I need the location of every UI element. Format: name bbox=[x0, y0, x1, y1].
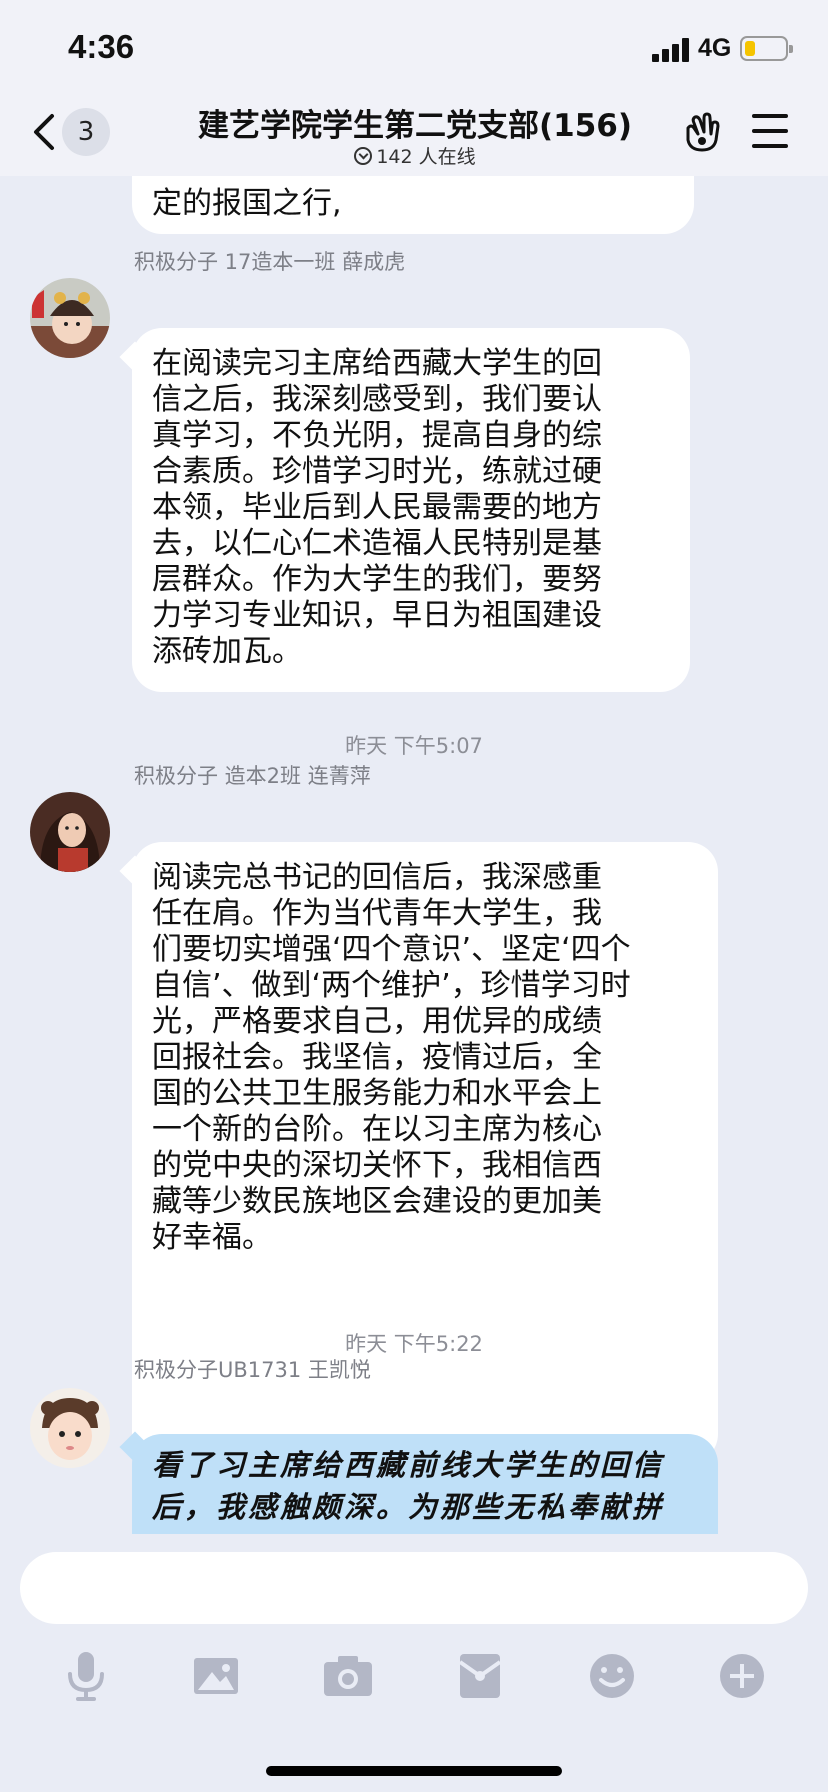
message-line: 任在肩。作为当代青年大学生，我 bbox=[152, 896, 602, 931]
message-line: 看了习主席给西藏前线大学生的回信 bbox=[152, 1448, 665, 1482]
message-bubble[interactable]: 定的报国之行, bbox=[132, 176, 694, 234]
message-line: 定的报国之行, bbox=[152, 186, 342, 221]
nav-bar: 3 建艺学院学生第二党支部(156) 142 人在线 bbox=[0, 96, 828, 176]
chevron-down-circle-icon bbox=[354, 147, 373, 165]
image-icon[interactable] bbox=[186, 1646, 246, 1706]
network-type: 4G bbox=[698, 34, 732, 62]
message-line: 好幸福。 bbox=[152, 1220, 272, 1255]
message-line: 层群众。作为大学生的我们，要努 bbox=[152, 562, 602, 597]
emoji-icon[interactable] bbox=[582, 1646, 642, 1706]
camera-icon[interactable] bbox=[318, 1646, 378, 1706]
chat-screen: 4:36 4G 3 建艺学院学生第二党支部(156) 142 人在线 定的报国之… bbox=[0, 0, 828, 1792]
message-line: 合素质。珍惜学习时光，练就过硬 bbox=[152, 454, 602, 489]
message-line: 的党中央的深切关怀下，我相信西 bbox=[152, 1148, 602, 1183]
message-line: 本领，毕业后到人民最需要的地方 bbox=[152, 490, 602, 525]
message-line: 在阅读完习主席给西藏大学生的回 bbox=[152, 346, 602, 381]
microphone-icon[interactable] bbox=[56, 1646, 116, 1706]
message-line: 阅读完总书记的回信后，我深感重 bbox=[152, 860, 602, 895]
message-line: 国的公共卫生服务能力和水平会上 bbox=[152, 1076, 602, 1111]
message-line: 力学习专业知识，早日为祖国建设 bbox=[152, 598, 602, 633]
composer bbox=[0, 1534, 828, 1792]
online-count[interactable]: 142 人在线 bbox=[150, 142, 680, 169]
message-timestamp: 昨天 下午5:07 bbox=[345, 734, 483, 758]
home-indicator[interactable] bbox=[266, 1766, 562, 1776]
sender-name: 积极分子 17造本一班 薛成虎 bbox=[134, 250, 406, 274]
message-line: 自信’、做到‘两个维护’，珍惜学习时 bbox=[152, 968, 631, 1003]
red-packet-icon[interactable] bbox=[450, 1646, 510, 1706]
message-list[interactable]: 定的报国之行, 积极分子 17造本一班 薛成虎 在阅读完习主席给西藏大学生的回 … bbox=[0, 176, 828, 1534]
message-bubble[interactable]: 在阅读完习主席给西藏大学生的回 信之后，我深刻感受到，我们要认 真学习，不负光阴… bbox=[132, 328, 690, 692]
back-button[interactable]: 3 bbox=[26, 102, 118, 160]
status-bar: 4:36 4G bbox=[0, 0, 828, 96]
plus-icon[interactable] bbox=[712, 1646, 772, 1706]
hand-gesture-icon[interactable] bbox=[680, 110, 724, 154]
sender-name: 积极分子 造本2班 连菁萍 bbox=[134, 764, 371, 788]
message-line: 一个新的台阶。在以习主席为核心 bbox=[152, 1112, 602, 1147]
group-title[interactable]: 建艺学院学生第二党支部(156) bbox=[150, 100, 680, 145]
avatar[interactable] bbox=[30, 1388, 110, 1468]
message-timestamp: 昨天 下午5:22 bbox=[345, 1332, 483, 1356]
chevron-left-icon bbox=[34, 114, 54, 150]
message-line: 们要切实增强‘四个意识’、坚定‘四个 bbox=[152, 932, 631, 967]
status-time: 4:36 bbox=[68, 28, 135, 65]
message-line: 藏等少数民族地区会建设的更加美 bbox=[152, 1184, 602, 1219]
message-line: 信之后，我深刻感受到，我们要认 bbox=[152, 382, 602, 417]
menu-icon[interactable] bbox=[752, 114, 788, 148]
unread-badge: 3 bbox=[62, 108, 110, 156]
battery-icon bbox=[740, 36, 793, 61]
message-line: 真学习，不负光阴，提高自身的综 bbox=[152, 418, 602, 453]
message-input[interactable] bbox=[20, 1552, 808, 1624]
message-bubble[interactable]: 看了习主席给西藏前线大学生的回信 后，我感触颇深。为那些无私奉献拼 bbox=[132, 1434, 718, 1534]
message-line: 光，严格要求自己，用优异的成绩 bbox=[152, 1004, 602, 1039]
message-line: 回报社会。我坚信，疫情过后，全 bbox=[152, 1040, 602, 1075]
sender-name: 积极分子UB1731 王凯悦 bbox=[134, 1358, 371, 1382]
message-line: 后，我感触颇深。为那些无私奉献拼 bbox=[152, 1490, 665, 1524]
message-line: 添砖加瓦。 bbox=[152, 634, 302, 669]
signal-icon bbox=[652, 38, 692, 62]
avatar[interactable] bbox=[30, 278, 110, 358]
avatar[interactable] bbox=[30, 792, 110, 872]
message-line: 去，以仁心仁术造福人民特别是基 bbox=[152, 526, 602, 561]
